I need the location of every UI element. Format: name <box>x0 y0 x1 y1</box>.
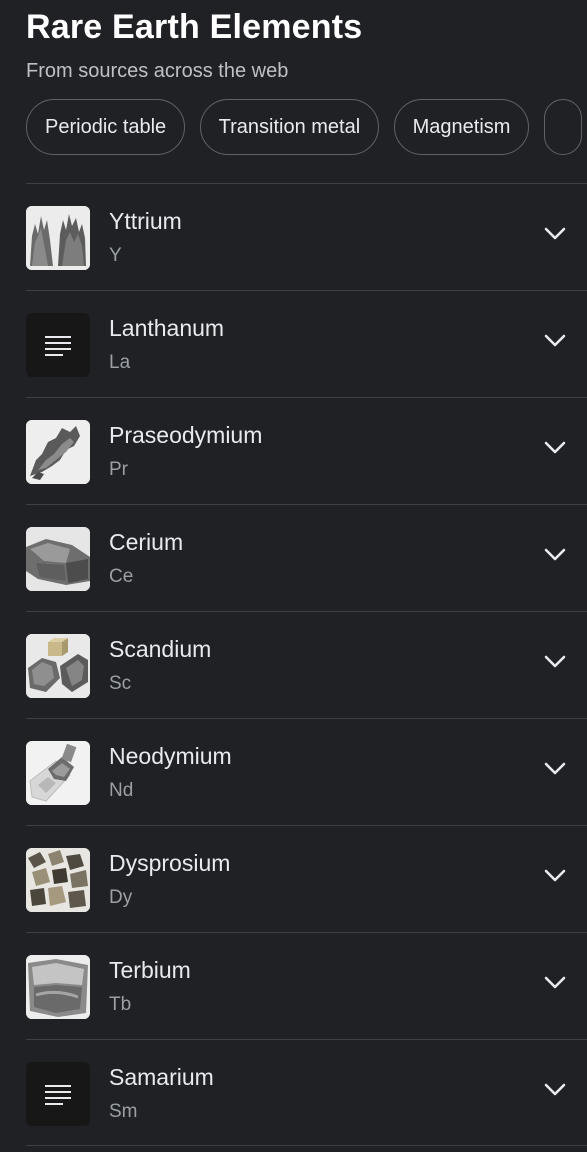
chevron-down-icon[interactable] <box>544 441 566 455</box>
chevron-down-icon[interactable] <box>544 655 566 669</box>
chip-transition-metal[interactable]: Transition metal <box>199 99 380 155</box>
list-item-scandium[interactable]: Scandium Sc <box>26 611 587 718</box>
element-name: Scandium <box>109 636 212 662</box>
list-item-neodymium[interactable]: Neodymium Nd <box>26 718 587 825</box>
document-icon <box>45 1085 71 1105</box>
element-symbol: Sc <box>109 673 132 694</box>
lanthanum-thumbnail <box>26 313 90 377</box>
dysprosium-thumbnail <box>26 848 90 912</box>
element-symbol: Dy <box>109 887 133 908</box>
scandium-thumbnail <box>26 634 90 698</box>
chevron-down-icon[interactable] <box>544 1083 566 1097</box>
element-symbol: Nd <box>109 780 134 801</box>
element-symbol: La <box>109 352 131 373</box>
document-icon <box>45 336 71 356</box>
chevron-down-icon[interactable] <box>544 869 566 883</box>
element-name: Terbium <box>109 957 191 983</box>
terbium-thumbnail <box>26 955 90 1019</box>
list-item-dysprosium[interactable]: Dysprosium Dy <box>26 825 587 932</box>
samarium-thumbnail <box>26 1062 90 1126</box>
chevron-down-icon[interactable] <box>544 227 566 241</box>
element-list: Yttrium Y Lanthanum La Praseodymium Pr C… <box>26 183 587 1146</box>
page-title: Rare Earth Elements <box>26 8 363 46</box>
list-item-praseodymium[interactable]: Praseodymium Pr <box>26 397 587 504</box>
chevron-down-icon[interactable] <box>544 762 566 776</box>
chip-periodic-table[interactable]: Periodic table <box>26 99 186 155</box>
element-symbol: Ce <box>109 566 134 587</box>
list-item-yttrium[interactable]: Yttrium Y <box>26 183 587 290</box>
neodymium-thumbnail <box>26 741 90 805</box>
list-item-lanthanum[interactable]: Lanthanum La <box>26 290 587 397</box>
element-name: Yttrium <box>109 208 182 234</box>
list-item-samarium[interactable]: Samarium Sm <box>26 1039 587 1146</box>
element-symbol: Pr <box>109 459 128 480</box>
element-symbol: Tb <box>109 994 132 1015</box>
filter-chip-row[interactable]: Periodic table Transition metal Magnetis… <box>26 99 587 155</box>
chip-magnetism[interactable]: Magnetism <box>393 99 530 155</box>
element-name: Praseodymium <box>109 422 263 448</box>
element-symbol: Y <box>109 245 122 266</box>
chevron-down-icon[interactable] <box>544 334 566 348</box>
chevron-down-icon[interactable] <box>544 976 566 990</box>
page-subtitle: From sources across the web <box>26 60 289 82</box>
element-name: Samarium <box>109 1064 214 1090</box>
element-name: Cerium <box>109 529 184 555</box>
chip-more[interactable] <box>543 99 582 155</box>
element-symbol: Sm <box>109 1101 138 1122</box>
element-name: Dysprosium <box>109 850 231 876</box>
yttrium-thumbnail <box>26 206 90 270</box>
element-name: Lanthanum <box>109 315 225 341</box>
cerium-thumbnail <box>26 527 90 591</box>
list-item-cerium[interactable]: Cerium Ce <box>26 504 587 611</box>
element-name: Neodymium <box>109 743 232 769</box>
chevron-down-icon[interactable] <box>544 548 566 562</box>
praseodymium-thumbnail <box>26 420 90 484</box>
list-item-terbium[interactable]: Terbium Tb <box>26 932 587 1039</box>
